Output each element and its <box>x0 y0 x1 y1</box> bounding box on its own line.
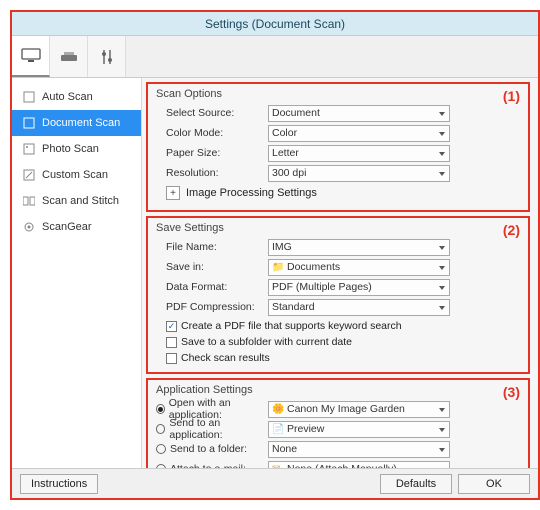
sidebar: Auto Scan Document Scan Photo Scan Custo… <box>12 78 142 468</box>
combo-value: Documents <box>287 261 340 273</box>
tab-scan-from-panel[interactable] <box>50 36 88 77</box>
application-settings-title: Application Settings <box>156 384 520 396</box>
save-in-label: Save in: <box>156 261 268 273</box>
doc-icon <box>22 117 36 129</box>
sidebar-item-label: ScanGear <box>42 221 92 233</box>
select-source-label: Select Source: <box>156 107 268 119</box>
combo-value: Preview <box>287 423 324 435</box>
open-with-app-combo[interactable]: 🌼Canon My Image Garden <box>268 401 450 418</box>
sidebar-item-scangear[interactable]: ScanGear <box>12 214 141 240</box>
sidebar-item-scan-and-stitch[interactable]: Scan and Stitch <box>12 188 141 214</box>
sliders-icon <box>99 48 115 66</box>
sidebar-item-custom-scan[interactable]: Custom Scan <box>12 162 141 188</box>
select-source-combo[interactable]: Document <box>268 105 450 122</box>
resolution-combo[interactable]: 300 dpi <box>268 165 450 182</box>
save-settings-title: Save Settings <box>156 222 520 234</box>
paper-size-label: Paper Size: <box>156 147 268 159</box>
sidebar-item-photo-scan[interactable]: Photo Scan <box>12 136 141 162</box>
save-in-combo[interactable]: 📁Documents <box>268 259 450 276</box>
sidebar-item-document-scan[interactable]: Document Scan <box>12 110 141 136</box>
attach-to-email-label: Attach to e-mail: <box>170 463 246 468</box>
gear-icon <box>22 221 36 233</box>
instructions-label: Instructions <box>31 478 87 490</box>
keyword-search-checkbox[interactable]: ✓ <box>166 321 177 332</box>
check-results-label: Check scan results <box>181 352 270 364</box>
subfolder-date-checkbox[interactable] <box>166 337 177 348</box>
sidebar-item-label: Document Scan <box>42 117 120 129</box>
main-panel: (1) Scan Options Select Source: Document… <box>142 78 538 468</box>
file-name-label: File Name: <box>156 241 268 253</box>
ok-label: OK <box>486 478 502 490</box>
resolution-label: Resolution: <box>156 167 268 179</box>
color-mode-label: Color Mode: <box>156 127 268 139</box>
combo-value: Letter <box>272 147 299 159</box>
instructions-button[interactable]: Instructions <box>20 474 98 494</box>
combo-value: None (Attach Manually) <box>287 463 397 468</box>
send-to-folder-label: Send to a folder: <box>170 443 247 455</box>
subfolder-date-label: Save to a subfolder with current date <box>181 336 352 348</box>
combo-value: Color <box>272 127 297 139</box>
send-to-app-label: Send to an application: <box>169 417 268 441</box>
data-format-combo[interactable]: PDF (Multiple Pages) <box>268 279 450 296</box>
image-processing-label: Image Processing Settings <box>186 187 317 199</box>
preview-icon: 📄 <box>272 424 284 435</box>
tab-scan-from-computer[interactable] <box>12 36 50 77</box>
scanner-icon <box>59 50 79 64</box>
dialog-window: Settings (Document Scan) Auto Scan <box>10 10 540 500</box>
body: Auto Scan Document Scan Photo Scan Custo… <box>12 78 538 468</box>
defaults-button[interactable]: Defaults <box>380 474 452 494</box>
combo-value: Standard <box>272 301 315 313</box>
file-name-combo[interactable]: IMG <box>268 239 450 256</box>
open-with-app-radio[interactable] <box>156 404 165 414</box>
expand-image-processing-button[interactable]: + <box>166 186 180 200</box>
photo-icon <box>22 143 36 155</box>
sidebar-item-label: Photo Scan <box>42 143 99 155</box>
app-icon: 🌼 <box>272 404 284 415</box>
send-to-app-combo[interactable]: 📄Preview <box>268 421 450 438</box>
sidebar-item-auto-scan[interactable]: Auto Scan <box>12 84 141 110</box>
send-to-app-radio[interactable] <box>156 424 165 434</box>
top-toolbar <box>12 36 538 78</box>
application-settings-section: (3) Application Settings Open with an ap… <box>146 378 530 468</box>
attach-to-email-radio[interactable] <box>156 464 166 468</box>
stitch-icon <box>22 195 36 207</box>
combo-value: 300 dpi <box>272 167 306 179</box>
combo-value: Document <box>272 107 320 119</box>
monitor-icon <box>21 48 41 64</box>
check-results-checkbox[interactable] <box>166 353 177 364</box>
save-settings-section: (2) Save Settings File Name: IMG Save in… <box>146 216 530 374</box>
mail-icon: ✉ <box>272 464 284 469</box>
combo-value: Canon My Image Garden <box>287 403 405 415</box>
defaults-label: Defaults <box>396 478 436 490</box>
send-to-folder-radio[interactable] <box>156 444 166 454</box>
window-title: Settings (Document Scan) <box>205 17 345 31</box>
paper-size-combo[interactable]: Letter <box>268 145 450 162</box>
attach-to-email-combo[interactable]: ✉None (Attach Manually) <box>268 461 450 469</box>
color-mode-combo[interactable]: Color <box>268 125 450 142</box>
sidebar-item-label: Auto Scan <box>42 91 93 103</box>
keyword-search-label: Create a PDF file that supports keyword … <box>181 320 402 332</box>
sidebar-item-label: Custom Scan <box>42 169 108 181</box>
send-to-folder-combo[interactable]: None <box>268 441 450 458</box>
ok-button[interactable]: OK <box>458 474 530 494</box>
doc-icon <box>22 91 36 103</box>
scan-options-section: (1) Scan Options Select Source: Document… <box>146 82 530 212</box>
pdf-compression-label: PDF Compression: <box>156 301 268 313</box>
combo-value: IMG <box>272 241 292 253</box>
section-marker-2: (2) <box>503 222 520 238</box>
titlebar: Settings (Document Scan) <box>12 12 538 36</box>
combo-value: None <box>272 443 297 455</box>
pdf-compression-combo[interactable]: Standard <box>268 299 450 316</box>
custom-icon <box>22 169 36 181</box>
section-marker-1: (1) <box>503 88 520 104</box>
combo-value: PDF (Multiple Pages) <box>272 281 372 293</box>
folder-icon: 📁 <box>272 262 284 273</box>
footer: Instructions Defaults OK <box>12 468 538 498</box>
tab-general-settings[interactable] <box>88 36 126 77</box>
section-marker-3: (3) <box>503 384 520 400</box>
data-format-label: Data Format: <box>156 281 268 293</box>
scan-options-title: Scan Options <box>156 88 520 100</box>
sidebar-item-label: Scan and Stitch <box>42 195 119 207</box>
